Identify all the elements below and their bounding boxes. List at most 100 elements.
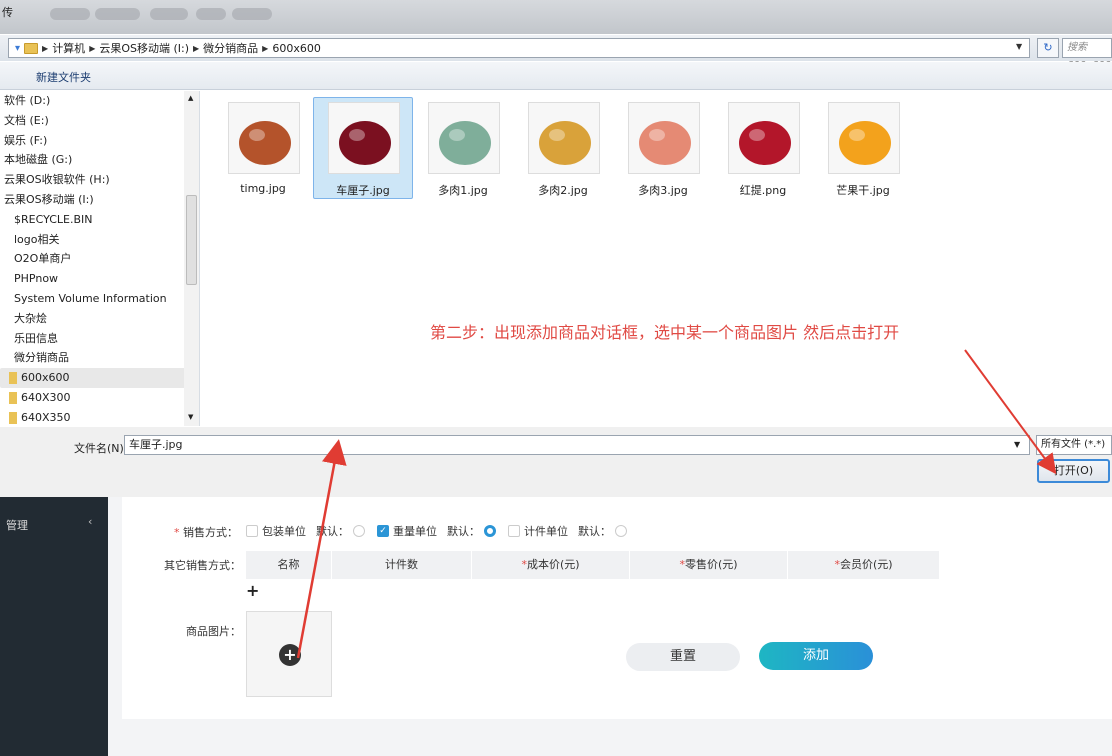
count-default-radio[interactable]	[615, 525, 627, 537]
image-preview	[528, 102, 600, 174]
tree-item[interactable]: System Volume Information	[0, 289, 199, 309]
add-row-icon[interactable]: +	[246, 581, 259, 600]
crumb-computer[interactable]: 计算机	[52, 40, 85, 56]
tree-item-label: 云果OS移动端 (I:)	[4, 192, 94, 206]
tree-item[interactable]: 云果OS收银软件 (H:)	[0, 170, 199, 190]
tree-scrollbar[interactable]: ▲ ▼	[184, 91, 199, 426]
count-unit-label: 计件单位	[524, 525, 568, 538]
tree-item-label: 软件 (D:)	[4, 94, 51, 107]
breadcrumb[interactable]: ▾ ▶ 计算机 ▶ 云果OS移动端 (I:) ▶ 微分销商品 ▶ 600x600	[8, 38, 1030, 58]
tree-item-label: 600x600	[21, 371, 70, 385]
plus-circle-icon[interactable]: +	[279, 644, 301, 666]
folder-icon	[24, 42, 39, 54]
crumb-current[interactable]: 600x600	[272, 42, 321, 55]
weight-unit-checkbox[interactable]: ✓	[377, 525, 389, 537]
chevron-right-icon: ▶	[193, 43, 200, 53]
file-name: timg.jpg	[240, 182, 286, 195]
other-sales-label: 其它销售方式：	[164, 559, 241, 572]
tree-item[interactable]: PHPnow	[0, 269, 199, 289]
pack-default-radio[interactable]	[353, 525, 365, 537]
search-input[interactable]: 搜索 600x600	[1062, 38, 1112, 71]
tree-item-label: O2O单商户	[14, 252, 72, 266]
scroll-down-icon[interactable]: ▼	[188, 413, 193, 421]
blurred-menu	[232, 8, 272, 20]
app-sidebar: 管理 ‹	[0, 497, 108, 756]
column-text: 成本价(元)	[526, 558, 580, 571]
dialog-titlebar: 传	[0, 0, 1112, 34]
pack-unit-label: 包装单位	[262, 525, 306, 538]
scroll-thumb[interactable]	[186, 195, 197, 285]
filename-dropdown-icon[interactable]: ▼	[1014, 440, 1020, 449]
weight-default-radio[interactable]	[484, 525, 496, 537]
other-sales-table-header: 名称 计件数 *成本价(元) *零售价(元) *会员价(元)	[246, 551, 940, 579]
tree-item[interactable]: 乐田信息	[0, 329, 199, 349]
reset-button[interactable]: 重置	[626, 643, 740, 671]
tree-item[interactable]: $RECYCLE.BIN	[0, 210, 199, 230]
default-label: 默认：	[316, 525, 349, 538]
tree-item[interactable]: 云果OS移动端 (I:)	[0, 190, 199, 210]
tree-item[interactable]: 大杂烩	[0, 309, 199, 329]
instruction-annotation: 第二步：出现添加商品对话框，选中某一个商品图片 然后点击打开	[430, 323, 900, 342]
file-thumbnail[interactable]: 芒果干.jpg	[813, 97, 913, 199]
folder-icon	[9, 372, 17, 385]
tree-item[interactable]: 微分销商品	[0, 348, 199, 368]
image-upload-box[interactable]: +	[246, 611, 332, 697]
sidebar-item-manage[interactable]: 管理	[6, 517, 28, 533]
table-column-header: 名称	[246, 551, 332, 579]
file-thumbnail[interactable]: 多肉2.jpg	[513, 97, 613, 199]
tree-item-label: 640X300	[21, 390, 71, 404]
open-button[interactable]: 打开(O)	[1037, 459, 1110, 483]
chevron-right-icon: ▶	[262, 43, 269, 53]
filename-input[interactable]: 车厘子.jpg	[124, 435, 1030, 455]
column-label: 计件数	[385, 558, 418, 571]
chevron-left-icon[interactable]: ‹	[88, 515, 92, 528]
image-preview	[328, 102, 400, 174]
file-thumbnail[interactable]: 多肉1.jpg	[413, 97, 513, 199]
thumbnail-grid: timg.jpg 车厘子.jpg 多肉1.jpg 多肉2.jpg 多肉3.jpg 红提.p…	[213, 97, 913, 199]
column-text: 会员价(元)	[839, 558, 893, 571]
tree-item[interactable]: 640X300	[0, 388, 199, 408]
tree-item[interactable]: 娱乐 (F:)	[0, 131, 199, 151]
blurred-menu	[150, 8, 188, 20]
tree-item-label: 微分销商品	[14, 351, 69, 365]
tree-item[interactable]: logo相关	[0, 230, 199, 250]
tree-item[interactable]: 软件 (D:)	[0, 91, 199, 111]
weight-unit-label: 重量单位	[393, 525, 437, 538]
tree-item[interactable]: 本地磁盘 (G:)	[0, 150, 199, 170]
tree-item[interactable]: 640X350	[0, 408, 199, 426]
image-preview	[828, 102, 900, 174]
file-list: timg.jpg 车厘子.jpg 多肉1.jpg 多肉2.jpg 多肉3.jpg 红提.p…	[201, 91, 1112, 426]
filename-label: 文件名(N):	[74, 442, 128, 455]
file-name: 多肉2.jpg	[538, 184, 588, 197]
dialog-toolbar: 新建文件夹	[0, 62, 1112, 90]
pack-unit-checkbox[interactable]	[246, 525, 258, 537]
nav-arrow-icon[interactable]: ▾	[15, 43, 20, 54]
column-label: *零售价(元)	[679, 558, 737, 571]
new-folder-button[interactable]: 新建文件夹	[36, 69, 91, 85]
crumb-drive[interactable]: 云果OS移动端 (I:)	[99, 40, 189, 56]
tree-item[interactable]: O2O单商户	[0, 249, 199, 269]
dialog-title: 传	[2, 6, 13, 19]
address-dropdown-icon[interactable]: ▼	[1016, 42, 1022, 51]
column-label: 名称	[277, 558, 300, 571]
filetype-select[interactable]: 所有文件 (*.*)	[1036, 435, 1112, 455]
count-unit-checkbox[interactable]	[508, 525, 520, 537]
folder-icon	[9, 391, 17, 404]
table-column-header: *成本价(元)	[472, 551, 630, 579]
blurred-menu	[50, 8, 90, 20]
scroll-up-icon[interactable]: ▲	[188, 94, 193, 102]
crumb-folder[interactable]: 微分销商品	[203, 40, 258, 56]
file-thumbnail[interactable]: timg.jpg	[213, 97, 313, 199]
file-thumbnail[interactable]: 红提.png	[713, 97, 813, 199]
file-thumbnail[interactable]: 车厘子.jpg	[313, 97, 413, 199]
add-button[interactable]: 添加	[759, 642, 873, 670]
tree-item[interactable]: 文档 (E:)	[0, 111, 199, 131]
tree-item-label: 乐田信息	[14, 331, 58, 345]
tree-item[interactable]: 600x600	[0, 368, 199, 388]
sales-method-options: 包装单位 默认： ✓ 重量单位 默认： 计件单位 默认：	[246, 523, 627, 539]
tree-item-label: $RECYCLE.BIN	[14, 212, 93, 226]
file-name: 多肉3.jpg	[638, 184, 688, 197]
column-label: *会员价(元)	[834, 558, 892, 571]
refresh-icon[interactable]: ↻	[1037, 38, 1059, 58]
file-thumbnail[interactable]: 多肉3.jpg	[613, 97, 713, 199]
